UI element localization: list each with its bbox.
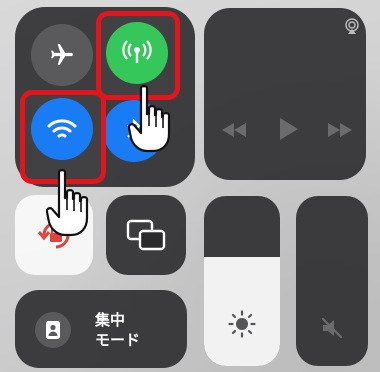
- focus-mode-label: 集中 モード: [95, 310, 140, 350]
- brightness-slider[interactable]: [204, 196, 280, 366]
- wifi-icon: [47, 119, 77, 138]
- focus-label-line2: モード: [95, 331, 141, 349]
- hand-pointer-icon: [128, 85, 171, 153]
- speaker-muted-icon: [321, 317, 343, 339]
- focus-label-line1: 集中: [95, 311, 126, 329]
- cellular-data-button[interactable]: [106, 22, 168, 84]
- now-playing-panel: [204, 8, 366, 180]
- airplane-icon: [51, 44, 73, 65]
- airplay-icon[interactable]: [344, 18, 360, 34]
- cellular-antenna-icon: [122, 40, 152, 63]
- volume-slider[interactable]: [296, 196, 368, 366]
- airplane-mode-button[interactable]: [31, 24, 93, 86]
- focus-person-icon: [46, 321, 60, 339]
- rewind-icon[interactable]: [222, 123, 246, 137]
- focus-icon-background: [35, 312, 71, 348]
- focus-mode-button[interactable]: 集中 モード: [15, 290, 187, 368]
- hand-pointer-icon: [46, 169, 89, 237]
- screen-mirroring-icon: [126, 219, 166, 251]
- control-center: 集中 モード: [0, 0, 380, 372]
- screen-mirroring-button[interactable]: [106, 195, 186, 275]
- fast-forward-icon[interactable]: [328, 123, 352, 137]
- wifi-button[interactable]: [31, 98, 93, 160]
- play-icon[interactable]: [280, 118, 298, 140]
- sun-icon: [228, 310, 256, 338]
